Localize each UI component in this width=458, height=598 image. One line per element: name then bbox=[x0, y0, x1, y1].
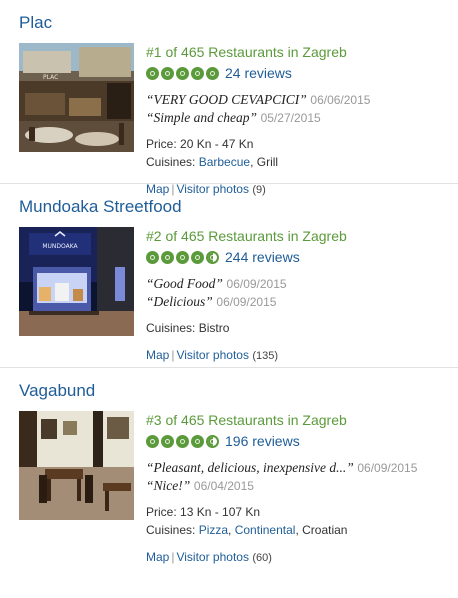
quote-text[interactable]: “Good Food” bbox=[146, 276, 223, 291]
price-label: Price: bbox=[146, 137, 177, 151]
rating-bubble-icon bbox=[146, 250, 159, 264]
price-row: Price: 13 Kn - 107 Kn bbox=[146, 503, 451, 521]
reviews-link[interactable]: 196 reviews bbox=[225, 433, 300, 449]
ranking-text: #3 of 465 Restaurants in Zagreb bbox=[146, 412, 347, 428]
cuisine-list: Barbecue, Grill bbox=[198, 155, 279, 169]
rating-bubble-icon bbox=[161, 434, 174, 448]
visitor-photos-link[interactable]: Visitor photos bbox=[176, 348, 249, 362]
review-quote: “Delicious” 06/09/2015 bbox=[146, 293, 451, 311]
rating-bubbles bbox=[146, 66, 219, 80]
visitor-photos-link[interactable]: Visitor photos bbox=[176, 550, 249, 564]
rating-bubble-icon bbox=[191, 434, 204, 448]
reviews-link[interactable]: 24 reviews bbox=[225, 65, 292, 81]
listing-links: Map | Visitor photos (60) bbox=[146, 548, 451, 567]
rating-row: 196 reviews bbox=[146, 431, 451, 451]
rating-bubbles bbox=[146, 434, 219, 448]
ranking-text: #2 of 465 Restaurants in Zagreb bbox=[146, 228, 347, 244]
review-quote: “Nice!” 06/04/2015 bbox=[146, 477, 451, 495]
rating-bubble-icon bbox=[146, 434, 159, 448]
rating-bubble-icon bbox=[161, 250, 174, 264]
cuisine-list: Bistro bbox=[199, 321, 230, 335]
quote-date: 06/09/2015 bbox=[226, 277, 287, 291]
reviews-link[interactable]: 244 reviews bbox=[225, 249, 300, 265]
restaurant-title-link[interactable]: Vagabund bbox=[19, 381, 95, 401]
restaurant-info: #3 of 465 Restaurants in Zagreb 196 revi… bbox=[146, 411, 451, 567]
storefront-sign: MUNDOAKA bbox=[42, 243, 78, 250]
cuisine-link[interactable]: Pizza bbox=[199, 523, 228, 537]
review-quotes: “VERY GOOD CEVAPCICI” 06/06/2015 “Simple… bbox=[146, 91, 451, 127]
rating-bubble-icon bbox=[191, 66, 204, 80]
map-link[interactable]: Map bbox=[146, 348, 169, 362]
rating-bubble-icon bbox=[176, 434, 189, 448]
restaurant-listing: Plac PLAC #1 of 465 Restaurants in Zagre… bbox=[0, 0, 458, 196]
restaurant-title-link[interactable]: Plac bbox=[19, 13, 52, 33]
quote-date: 05/27/2015 bbox=[260, 111, 321, 125]
review-quotes: “Pleasant, delicious, inexpensive d...” … bbox=[146, 459, 451, 495]
price-value: 13 Kn - 107 Kn bbox=[180, 505, 261, 519]
restaurant-info: #1 of 465 Restaurants in Zagreb 24 revie… bbox=[146, 43, 451, 199]
cuisines-label: Cuisines: bbox=[146, 523, 196, 537]
ranking-text: #1 of 465 Restaurants in Zagreb bbox=[146, 44, 347, 60]
cuisine-list: Pizza, Continental, Croatian bbox=[198, 523, 348, 537]
cuisine-text: Grill bbox=[256, 155, 279, 169]
rating-bubble-icon bbox=[146, 66, 159, 80]
rating-bubble-icon bbox=[206, 434, 219, 448]
restaurant-info: #2 of 465 Restaurants in Zagreb 244 revi… bbox=[146, 227, 451, 365]
price-value: 20 Kn - 47 Kn bbox=[180, 137, 254, 151]
review-quotes: “Good Food” 06/09/2015 “Delicious” 06/09… bbox=[146, 275, 451, 311]
map-link[interactable]: Map bbox=[146, 550, 169, 564]
review-quote: “Simple and cheap” 05/27/2015 bbox=[146, 109, 451, 127]
restaurant-title-link[interactable]: Mundoaka Streetfood bbox=[19, 197, 182, 217]
cuisine-text: Croatian bbox=[302, 523, 348, 537]
restaurant-photo[interactable]: PLAC bbox=[19, 43, 134, 152]
cuisine-link[interactable]: Barbecue bbox=[199, 155, 250, 169]
rating-bubble-icon bbox=[176, 66, 189, 80]
review-quote: “Good Food” 06/09/2015 bbox=[146, 275, 451, 293]
cuisine-text: Bistro bbox=[198, 321, 230, 335]
cuisines-label: Cuisines: bbox=[146, 321, 196, 335]
cuisine-link[interactable]: Continental bbox=[235, 523, 296, 537]
quote-text[interactable]: “Delicious” bbox=[146, 294, 213, 309]
price-label: Price: bbox=[146, 505, 177, 519]
quote-text[interactable]: “VERY GOOD CEVAPCICI” bbox=[146, 92, 307, 107]
cuisines-row: Cuisines: Pizza, Continental, Croatian bbox=[146, 521, 451, 539]
quote-date: 06/09/2015 bbox=[216, 295, 277, 309]
listing-links: Map | Visitor photos (135) bbox=[146, 346, 451, 365]
quote-date: 06/09/2015 bbox=[357, 461, 418, 475]
rating-row: 244 reviews bbox=[146, 247, 451, 267]
rating-bubbles bbox=[146, 250, 219, 264]
rating-bubble-icon bbox=[206, 250, 219, 264]
photo-count: (135) bbox=[252, 350, 278, 362]
photo-count: (60) bbox=[252, 552, 272, 564]
rating-bubble-icon bbox=[206, 66, 219, 80]
restaurant-listing: Mundoaka Streetfood MUNDOAKA #2 of 465 R… bbox=[0, 184, 458, 368]
restaurant-listing: Vagabund #3 of 465 Restaurants in Zagreb… bbox=[0, 368, 458, 564]
cuisines-row: Cuisines: Barbecue, Grill bbox=[146, 153, 451, 171]
quote-date: 06/04/2015 bbox=[193, 479, 254, 493]
svg-text:PLAC: PLAC bbox=[43, 74, 58, 81]
quote-date: 06/06/2015 bbox=[310, 93, 371, 107]
quote-text[interactable]: “Nice!” bbox=[146, 478, 190, 493]
quote-text[interactable]: “Simple and cheap” bbox=[146, 110, 257, 125]
cuisines-label: Cuisines: bbox=[146, 155, 196, 169]
rating-bubble-icon bbox=[191, 250, 204, 264]
rating-row: 24 reviews bbox=[146, 63, 451, 83]
restaurant-photo[interactable]: MUNDOAKA bbox=[19, 227, 134, 336]
cuisines-row: Cuisines: Bistro bbox=[146, 319, 451, 337]
quote-text[interactable]: “Pleasant, delicious, inexpensive d...” bbox=[146, 460, 354, 475]
price-row: Price: 20 Kn - 47 Kn bbox=[146, 135, 451, 153]
review-quote: “Pleasant, delicious, inexpensive d...” … bbox=[146, 459, 451, 477]
review-quote: “VERY GOOD CEVAPCICI” 06/06/2015 bbox=[146, 91, 451, 109]
restaurant-photo[interactable] bbox=[19, 411, 134, 520]
rating-bubble-icon bbox=[176, 250, 189, 264]
rating-bubble-icon bbox=[161, 66, 174, 80]
